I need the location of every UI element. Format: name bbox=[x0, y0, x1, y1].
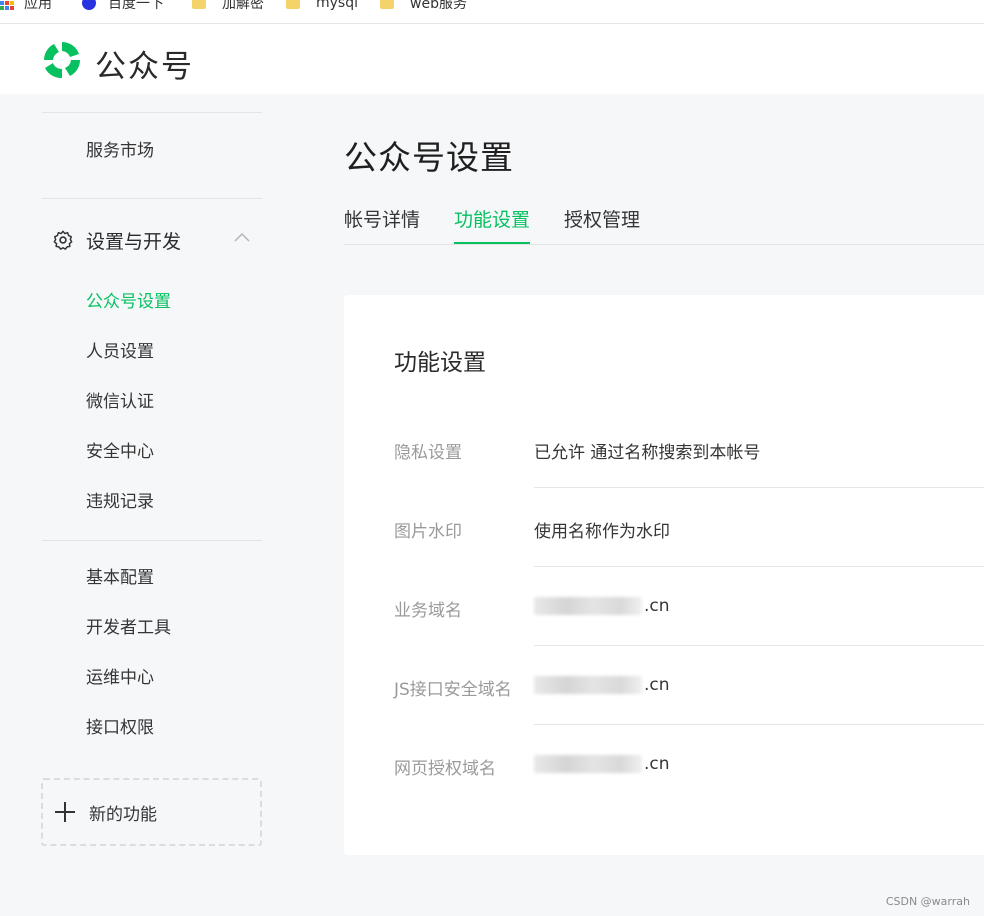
bookmark-encrypt[interactable]: 加解密 bbox=[192, 0, 264, 15]
tab-function-settings[interactable]: 功能设置 bbox=[454, 205, 531, 244]
redacted-block bbox=[534, 755, 642, 773]
baidu-icon bbox=[82, 0, 96, 10]
setting-value-wrap: .cn bbox=[534, 754, 670, 774]
sidebar-divider bbox=[42, 198, 262, 199]
setting-value-wrap: .cn bbox=[534, 675, 670, 695]
sidebar-item-wechat-verify[interactable]: 微信认证 bbox=[86, 390, 154, 414]
sidebar-item-service-market[interactable]: 服务市场 bbox=[86, 139, 154, 163]
setting-label: 隐私设置 bbox=[394, 443, 462, 463]
setting-value: .cn bbox=[644, 596, 670, 616]
setting-row-js-domain: JS接口安全域名 .cn bbox=[394, 675, 984, 754]
setting-row-privacy: 隐私设置 已允许 通过名称搜索到本帐号 bbox=[394, 438, 984, 517]
sidebar-item-developer-tools[interactable]: 开发者工具 bbox=[86, 616, 171, 640]
setting-row-watermark: 图片水印 使用名称作为水印 bbox=[394, 517, 984, 596]
sidebar: 服务市场 设置与开发 公众号设置 人员设置 微信认证 安全中心 违规记录 基本配… bbox=[0, 94, 300, 916]
sidebar-item-api-permissions[interactable]: 接口权限 bbox=[86, 716, 154, 740]
bookmark-apps[interactable]: 应用 bbox=[0, 0, 52, 15]
gear-icon bbox=[53, 230, 73, 250]
tab-authorization[interactable]: 授权管理 bbox=[564, 205, 640, 244]
sidebar-item-security-center[interactable]: 安全中心 bbox=[86, 440, 154, 464]
card-title: 功能设置 bbox=[394, 350, 486, 376]
row-divider bbox=[534, 566, 984, 567]
folder-icon bbox=[380, 0, 394, 9]
bookmark-web[interactable]: web服务 bbox=[380, 0, 467, 15]
sidebar-item-violation-records[interactable]: 违规记录 bbox=[86, 490, 154, 514]
sidebar-group-label: 设置与开发 bbox=[86, 230, 182, 253]
setting-label: 图片水印 bbox=[394, 522, 462, 542]
setting-row-business-domain: 业务域名 .cn bbox=[394, 596, 984, 675]
chevron-up-icon[interactable] bbox=[234, 232, 250, 242]
apps-grid-icon bbox=[0, 0, 14, 10]
sidebar-divider bbox=[42, 540, 262, 541]
setting-value: .cn bbox=[644, 675, 670, 695]
tab-account-details[interactable]: 帐号详情 bbox=[344, 205, 420, 244]
redacted-block bbox=[534, 676, 642, 694]
setting-row-oauth-domain: 网页授权域名 .cn bbox=[394, 754, 984, 833]
sidebar-item-staff-settings[interactable]: 人员设置 bbox=[86, 340, 154, 364]
setting-label: JS接口安全域名 bbox=[394, 680, 512, 700]
setting-value: 已允许 通过名称搜索到本帐号 bbox=[534, 443, 761, 463]
new-function-label: 新的功能 bbox=[89, 804, 157, 825]
row-divider bbox=[534, 487, 984, 488]
new-function-button[interactable]: 新的功能 bbox=[41, 778, 262, 846]
setting-label: 业务域名 bbox=[394, 601, 462, 621]
setting-value: 使用名称作为水印 bbox=[534, 522, 670, 542]
setting-value: .cn bbox=[644, 754, 670, 774]
bookmark-mysql[interactable]: mysql bbox=[286, 0, 358, 15]
row-divider bbox=[534, 724, 984, 725]
setting-value-wrap: .cn bbox=[534, 596, 670, 616]
sidebar-item-account-settings[interactable]: 公众号设置 bbox=[86, 290, 171, 314]
sidebar-divider bbox=[42, 112, 262, 113]
csdn-watermark: CSDN @warrah bbox=[885, 895, 970, 908]
redacted-block bbox=[534, 597, 642, 615]
sidebar-group-settings-dev[interactable]: 设置与开发 bbox=[52, 227, 262, 253]
folder-icon bbox=[192, 0, 206, 9]
page-title: 公众号设置 bbox=[344, 138, 514, 177]
sidebar-item-ops-center[interactable]: 运维中心 bbox=[86, 666, 154, 690]
plus-icon bbox=[55, 802, 75, 822]
brand-name: 公众号 bbox=[95, 49, 194, 85]
row-divider bbox=[534, 645, 984, 646]
setting-label: 网页授权域名 bbox=[394, 759, 496, 779]
bookmarks-bar: 应用 百度一下 加解密 mysql web服务 bbox=[0, 0, 984, 24]
bookmark-baidu[interactable]: 百度一下 bbox=[82, 0, 164, 15]
top-header: 公众号 bbox=[0, 24, 984, 94]
folder-icon bbox=[286, 0, 300, 9]
sidebar-item-basic-config[interactable]: 基本配置 bbox=[86, 566, 154, 590]
wechat-official-logo-icon[interactable] bbox=[40, 38, 84, 82]
function-settings-card: 功能设置 隐私设置 已允许 通过名称搜索到本帐号 图片水印 使用名称作为水印 业… bbox=[344, 295, 984, 855]
tab-bar: 帐号详情 功能设置 授权管理 bbox=[344, 203, 984, 245]
